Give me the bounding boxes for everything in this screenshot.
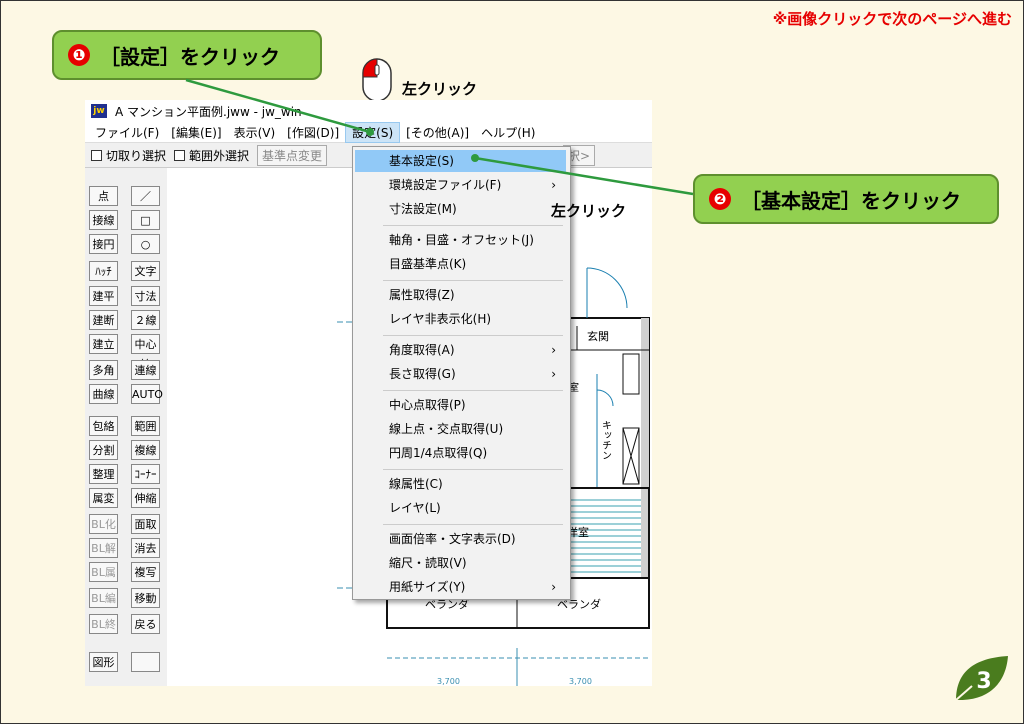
mouse-label-2: 左クリック	[551, 202, 627, 220]
page-number: 3	[976, 669, 991, 694]
connector-lines	[185, 78, 694, 196]
page-number-leaf-icon: 3	[955, 656, 1008, 701]
